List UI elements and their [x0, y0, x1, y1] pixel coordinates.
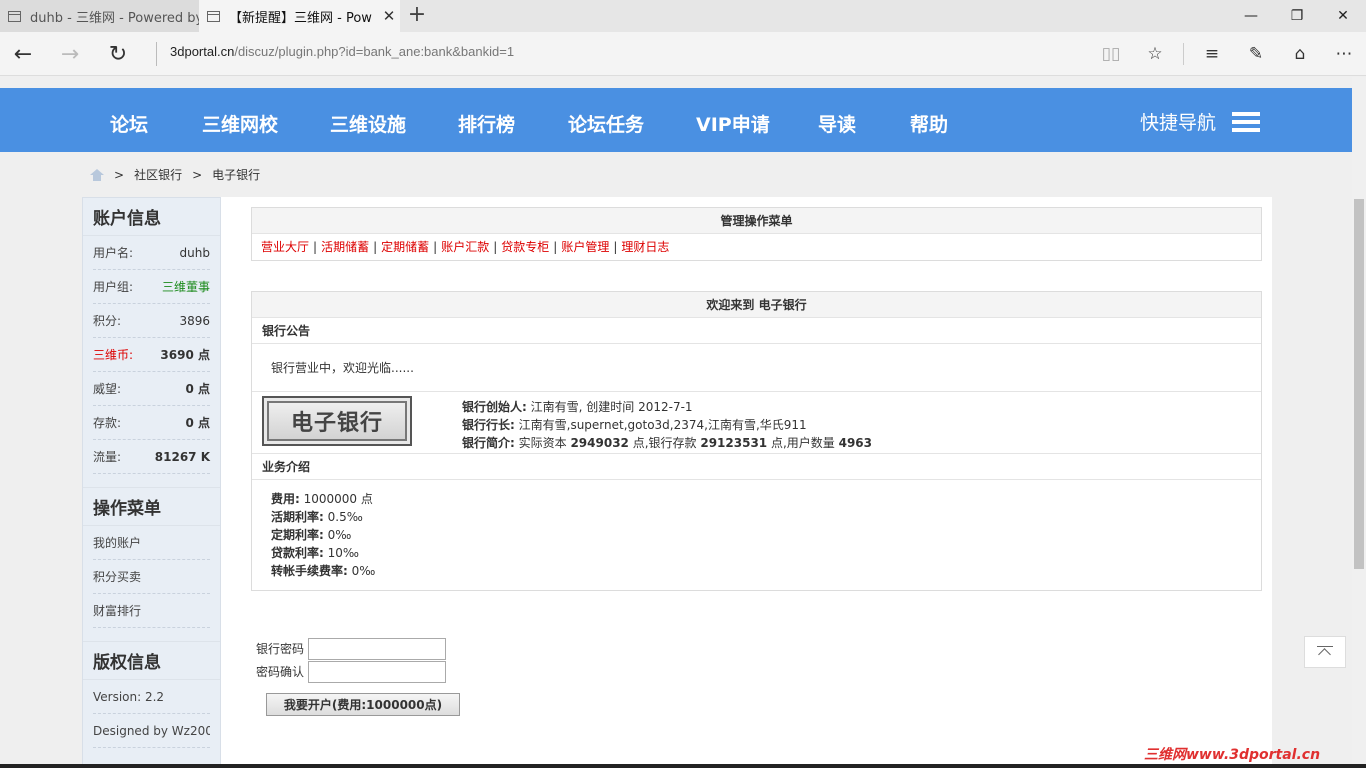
- quick-nav-label: 快捷导航: [1139, 112, 1216, 134]
- menu-icon: [1232, 111, 1260, 132]
- more-icon[interactable]: ⋯: [1322, 40, 1366, 68]
- scrollbar-thumb[interactable]: [1354, 199, 1364, 569]
- account-row-coins: 三维币: 3690 点: [93, 338, 210, 372]
- tab-title: 【新提醒】三维网 - Pow: [229, 10, 372, 26]
- password-label: 银行密码: [256, 642, 305, 656]
- nav-facilities[interactable]: 三维设施: [330, 110, 406, 137]
- back-to-top-button[interactable]: [1304, 636, 1346, 668]
- favorite-star-icon[interactable]: ☆: [1133, 40, 1177, 68]
- account-row-traffic: 流量: 81267 K: [93, 440, 210, 474]
- transfer-fee-row: 转帐手续费率: 0‰: [271, 564, 376, 578]
- account-row-username: 用户名: duhb: [93, 236, 210, 270]
- minimize-icon[interactable]: —: [1228, 0, 1274, 32]
- tab-title: duhb - 三维网 - Powered by: [30, 10, 199, 26]
- account-row-prestige: 威望: 0 点: [93, 372, 210, 406]
- welcome-panel: 欢迎来到 电子银行 银行公告 银行营业中，欢迎光临...... 电子银行 银行创…: [251, 291, 1262, 591]
- sidebar: 账户信息 用户名: duhb 用户组: 三维董事 积分: 3896 三维币: 3690 …: [82, 197, 221, 768]
- quick-nav[interactable]: 快捷导航: [1140, 108, 1260, 135]
- refresh-icon[interactable]: ↻: [103, 40, 133, 68]
- nav-tasks[interactable]: 论坛任务: [568, 110, 644, 137]
- account-info-title: 账户信息: [83, 198, 220, 236]
- browser-toolbar: ▯▯ ☆ ≡ ✎ ⌂ ⋯: [1089, 40, 1366, 68]
- link-remittance[interactable]: 账户汇款: [441, 240, 489, 254]
- bank-president: 银行行长: 江南有雪,supernet,goto3d,2374,江南有雪,华氏9…: [462, 418, 807, 432]
- operation-menu-title: 操作菜单: [83, 488, 220, 526]
- admin-menu-panel: 管理操作菜单 营业大厅 | 活期储蓄 | 定期储蓄 | 账户汇款 | 贷款专柜 | 账户管理 | 理财日…: [251, 207, 1262, 261]
- new-tab-icon[interactable]: +: [405, 4, 429, 28]
- version-text: Version: 2.2: [93, 680, 210, 714]
- page-icon: [8, 10, 21, 22]
- fixed-rate-row: 定期利率: 0‰: [271, 528, 352, 542]
- notice-heading: 银行公告: [252, 318, 1261, 344]
- back-icon[interactable]: ←: [8, 40, 38, 68]
- arrow-up-icon: [1317, 646, 1333, 658]
- account-row-deposit: 存款: 0 点: [93, 406, 210, 440]
- loan-rate-row: 贷款利率: 10‰: [271, 546, 359, 560]
- share-icon[interactable]: ⌂: [1278, 40, 1322, 68]
- nav-ranking[interactable]: 排行榜: [458, 110, 515, 137]
- close-tab-icon[interactable]: ✕: [378, 7, 400, 25]
- account-row-group: 用户组: 三维董事: [93, 270, 210, 304]
- bank-details: 银行创始人: 江南有雪, 创建时间 2012-7-1 银行行长: 江南有雪,su…: [462, 398, 872, 452]
- nav-forum[interactable]: 论坛: [110, 110, 148, 137]
- business-heading: 业务介绍: [252, 454, 1261, 480]
- notice-text: 银行营业中，欢迎光临......: [252, 344, 1261, 392]
- close-window-icon[interactable]: ✕: [1320, 0, 1366, 32]
- page-icon: [207, 10, 220, 22]
- account-row-points: 积分: 3896: [93, 304, 210, 338]
- url-field[interactable]: 3dportal.cn/discuz/plugin.php?id=bank_an…: [170, 44, 514, 59]
- demand-rate-row: 活期利率: 0.5‰: [271, 510, 363, 524]
- watermark: 三维网www.3dportal.cn: [1144, 747, 1321, 763]
- nav-school[interactable]: 三维网校: [202, 110, 278, 137]
- bank-password-input[interactable]: [308, 637, 446, 660]
- home-icon[interactable]: [90, 168, 104, 181]
- link-finance-log[interactable]: 理财日志: [621, 240, 669, 254]
- site-nav: 论坛 三维网校 三维设施 排行榜 论坛任务 VIP申请 导读 帮助 快捷导航: [0, 88, 1352, 152]
- nav-guide[interactable]: 导读: [818, 110, 856, 137]
- browser-tab-2[interactable]: 【新提醒】三维网 - Pow ✕: [199, 0, 400, 32]
- open-account-button[interactable]: 我要开户(费用:1000000点): [266, 693, 460, 716]
- open-account-form: 银行密码 密码确认 我要开户(费用:1000000点): [256, 637, 460, 716]
- sidebar-item-my-account[interactable]: 我的账户: [93, 526, 210, 560]
- hub-icon[interactable]: ≡: [1190, 40, 1234, 68]
- main-panel: 管理操作菜单 营业大厅 | 活期储蓄 | 定期储蓄 | 账户汇款 | 贷款专柜 | 账户管理 | 理财日…: [251, 207, 1262, 621]
- sidebar-item-points-trade[interactable]: 积分买卖: [93, 560, 210, 594]
- copyright-title: 版权信息: [83, 642, 220, 680]
- address-bar: ← → ↻ 3dportal.cn/discuz/plugin.php?id=b…: [0, 32, 1366, 76]
- nav-help[interactable]: 帮助: [910, 110, 948, 137]
- admin-menu-title: 管理操作菜单: [252, 208, 1261, 234]
- designer-text: Designed by Wz200...: [93, 714, 210, 748]
- page-scrollbar[interactable]: [1352, 77, 1366, 768]
- bank-founder: 银行创始人: 江南有雪, 创建时间 2012-7-1: [462, 400, 693, 414]
- link-loans[interactable]: 贷款专柜: [501, 240, 549, 254]
- nav-vip[interactable]: VIP申请: [696, 110, 770, 137]
- business-details: 费用: 1000000 点 活期利率: 0.5‰ 定期利率: 0‰ 贷款利率: …: [252, 480, 1261, 590]
- forward-icon[interactable]: →: [55, 40, 85, 68]
- link-demand-savings[interactable]: 活期储蓄: [321, 240, 369, 254]
- admin-menu-links: 营业大厅 | 活期储蓄 | 定期储蓄 | 账户汇款 | 贷款专柜 | 账户管理 | 理财日志: [261, 240, 670, 254]
- content-area: 账户信息 用户名: duhb 用户组: 三维董事 积分: 3896 三维币: 3690 …: [82, 197, 1272, 768]
- bank-info: 电子银行 银行创始人: 江南有雪, 创建时间 2012-7-1 银行行长: 江南…: [252, 392, 1261, 454]
- bank-logo: 电子银行: [262, 396, 412, 446]
- confirm-label: 密码确认: [256, 665, 305, 679]
- link-fixed-savings[interactable]: 定期储蓄: [381, 240, 429, 254]
- window-controls: — ❐ ✕: [1228, 0, 1366, 32]
- fee-row: 费用: 1000000 点: [271, 492, 373, 506]
- link-account-management[interactable]: 账户管理: [561, 240, 609, 254]
- breadcrumb: > 社区银行 > 电子银行: [90, 166, 270, 183]
- breadcrumb-item-ebank[interactable]: 电子银行: [212, 166, 260, 183]
- bank-summary: 银行简介: 实际资本 2949032 点,银行存款 29123531 点,用户数…: [462, 436, 873, 450]
- welcome-title: 欢迎来到 电子银行: [252, 292, 1261, 318]
- browser-tab-1[interactable]: duhb - 三维网 - Powered by: [0, 0, 199, 32]
- link-lobby[interactable]: 营业大厅: [261, 240, 309, 254]
- breadcrumb-item-bank[interactable]: 社区银行: [134, 166, 182, 183]
- reading-view-icon[interactable]: ▯▯: [1089, 40, 1133, 68]
- sidebar-item-wealth-ranking[interactable]: 财富排行: [93, 594, 210, 628]
- page-viewport: 论坛 三维网校 三维设施 排行榜 论坛任务 VIP申请 导读 帮助 快捷导航 >…: [0, 77, 1352, 768]
- confirm-password-input[interactable]: [308, 660, 446, 683]
- restore-icon[interactable]: ❐: [1274, 0, 1320, 32]
- browser-tab-bar: duhb - 三维网 - Powered by 【新提醒】三维网 - Pow ✕…: [0, 0, 1366, 32]
- web-note-icon[interactable]: ✎: [1234, 40, 1278, 68]
